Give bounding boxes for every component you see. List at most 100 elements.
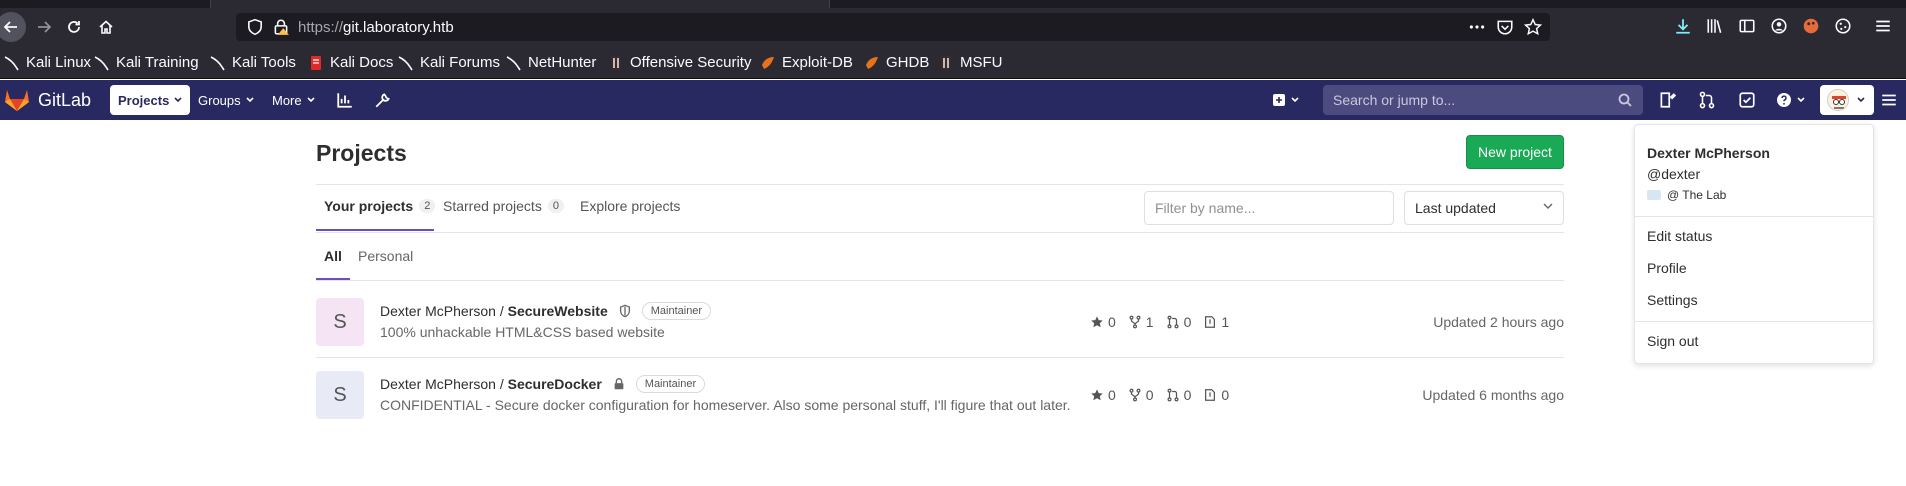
activity-chart-icon[interactable]	[336, 91, 354, 109]
browser-active-tab[interactable]	[210, 0, 830, 8]
forks-count[interactable]: 0	[1128, 387, 1154, 403]
bookmark-kali-tools[interactable]: Kali Tools	[210, 54, 296, 71]
bookmark-kali-training[interactable]: Kali Training	[94, 54, 199, 71]
search-input[interactable]	[1323, 85, 1603, 115]
account-icon[interactable]	[1770, 17, 1788, 35]
gitlab-tanuki-icon	[5, 90, 29, 111]
forward-button[interactable]	[30, 13, 58, 41]
help-question-icon	[1777, 93, 1791, 107]
reload-icon	[68, 21, 80, 33]
browser-tab-strip	[0, 0, 1906, 8]
count-badge: 0	[547, 199, 564, 213]
user-status: @ The Lab	[1647, 188, 1726, 202]
menu-item-profile[interactable]: Profile	[1647, 260, 1687, 276]
plus-square-icon	[1273, 94, 1285, 106]
merge-requests-count[interactable]: 0	[1166, 314, 1191, 330]
todo-checkbox-icon[interactable]	[1738, 91, 1756, 109]
bookmark-kali-linux[interactable]: Kali Linux	[4, 54, 91, 71]
hamburger-menu-icon[interactable]	[1874, 17, 1892, 35]
tab-starred-projects[interactable]: Starred projects 0	[443, 198, 564, 214]
project-title[interactable]: Dexter McPherson / SecureWebsite Maintai…	[380, 302, 712, 320]
project-title[interactable]: Dexter McPherson / SecureDocker Maintain…	[380, 375, 706, 393]
reload-button[interactable]	[60, 13, 88, 41]
project-description: CONFIDENTIAL - Secure docker configurati…	[380, 397, 1071, 413]
cookie-extension-icon[interactable]	[1834, 17, 1852, 35]
download-icon[interactable]	[1674, 17, 1692, 35]
bookmark-offensive-security[interactable]: Offensive Security	[608, 54, 751, 71]
tab-your-projects[interactable]: Your projects 2	[324, 198, 436, 214]
search-box[interactable]	[1323, 85, 1643, 115]
issues-count[interactable]: 1	[1203, 314, 1229, 330]
forks-count[interactable]: 1	[1128, 314, 1154, 330]
url-text: https://git.laboratory.htb	[298, 19, 454, 36]
nav-projects-dropdown[interactable]: Projects	[110, 85, 191, 115]
filter-by-name-input[interactable]	[1144, 191, 1394, 225]
home-icon	[99, 20, 113, 34]
sort-dropdown[interactable]: Last updated	[1404, 191, 1564, 225]
star-bookmark-icon[interactable]	[1524, 18, 1542, 36]
issues-count[interactable]: 0	[1203, 387, 1229, 403]
project-row[interactable]: S Dexter McPherson / SecureWebsite Maint…	[316, 282, 1564, 354]
extension-palette-icon[interactable]	[1802, 17, 1820, 35]
status-emoji-icon	[1647, 190, 1661, 200]
library-icon[interactable]	[1706, 17, 1724, 35]
bookmark-kali-forums[interactable]: Kali Forums	[398, 54, 500, 71]
shield-tracking-icon[interactable]	[246, 18, 264, 36]
menu-item-settings[interactable]: Settings	[1647, 292, 1698, 308]
stars-count[interactable]: 0	[1090, 387, 1116, 403]
chevron-down-icon	[307, 97, 315, 103]
sidebar-icon[interactable]	[1738, 17, 1756, 35]
bookmark-exploit-db[interactable]: Exploit-DB	[760, 54, 853, 71]
nav-groups-dropdown[interactable]: Groups	[190, 85, 262, 115]
kali-dragon-icon	[398, 55, 413, 70]
bookmark-msfu[interactable]: MSFU	[938, 54, 1003, 71]
todos-pencil-icon[interactable]	[1658, 91, 1676, 109]
chevron-down-icon	[174, 97, 182, 103]
nav-projects-label: Projects	[118, 92, 170, 108]
bookmark-kali-docs[interactable]: Kali Docs	[308, 54, 393, 71]
project-description: 100% unhackable HTML&CSS based website	[380, 324, 665, 340]
merge-requests-count[interactable]: 0	[1166, 387, 1191, 403]
kali-dragon-icon	[210, 55, 225, 70]
new-item-dropdown[interactable]	[1266, 88, 1305, 112]
lock-warning-icon[interactable]	[272, 18, 290, 36]
project-row[interactable]: S Dexter McPherson / SecureDocker Mainta…	[316, 355, 1564, 427]
admin-wrench-icon[interactable]	[374, 91, 392, 109]
user-dropdown-menu: Dexter McPherson @dexter @ The Lab Edit …	[1634, 124, 1874, 364]
user-username: @dexter	[1647, 166, 1701, 182]
search-icon[interactable]	[1617, 92, 1633, 108]
bookmark-nethunter[interactable]: NetHunter	[506, 54, 596, 71]
gitlab-logo[interactable]: GitLab	[4, 88, 91, 112]
user-avatar-dropdown[interactable]	[1820, 85, 1874, 115]
home-button[interactable]	[92, 13, 120, 41]
url-bar[interactable]: https://git.laboratory.htb	[236, 13, 1550, 41]
subtab-personal[interactable]: Personal	[358, 248, 413, 264]
menu-divider	[1635, 321, 1873, 322]
back-button[interactable]	[0, 12, 26, 42]
dexter-avatar-icon	[1828, 90, 1848, 110]
stars-count[interactable]: 0	[1090, 314, 1116, 330]
chevron-down-icon	[1857, 97, 1865, 103]
project-avatar[interactable]: S	[316, 371, 364, 419]
kali-docs-icon	[311, 55, 321, 70]
subtab-all[interactable]: All	[324, 248, 342, 264]
merge-request-icon[interactable]	[1698, 91, 1716, 109]
star-icon	[1091, 316, 1103, 328]
project-stats: 0 1 0 1	[1090, 314, 1241, 330]
project-avatar[interactable]: S	[316, 298, 364, 346]
more-dots-icon[interactable]	[1468, 18, 1486, 36]
menu-item-edit-status[interactable]: Edit status	[1647, 228, 1712, 244]
issues-icon	[1205, 389, 1216, 401]
kali-dragon-icon	[4, 55, 19, 70]
help-dropdown[interactable]	[1770, 88, 1811, 112]
new-project-button[interactable]: New project	[1466, 135, 1564, 169]
tab-explore-projects[interactable]: Explore projects	[580, 198, 680, 214]
nav-more-dropdown[interactable]: More	[264, 85, 323, 115]
project-namespace: Dexter McPherson /	[380, 376, 504, 392]
pocket-icon[interactable]	[1496, 18, 1514, 36]
bookmark-ghdb[interactable]: GHDB	[864, 54, 929, 71]
hamburger-menu-icon[interactable]	[1880, 91, 1898, 109]
menu-item-sign-out[interactable]: Sign out	[1647, 333, 1698, 349]
count-badge: 2	[419, 199, 436, 213]
gitlab-brand-text: GitLab	[38, 89, 92, 110]
